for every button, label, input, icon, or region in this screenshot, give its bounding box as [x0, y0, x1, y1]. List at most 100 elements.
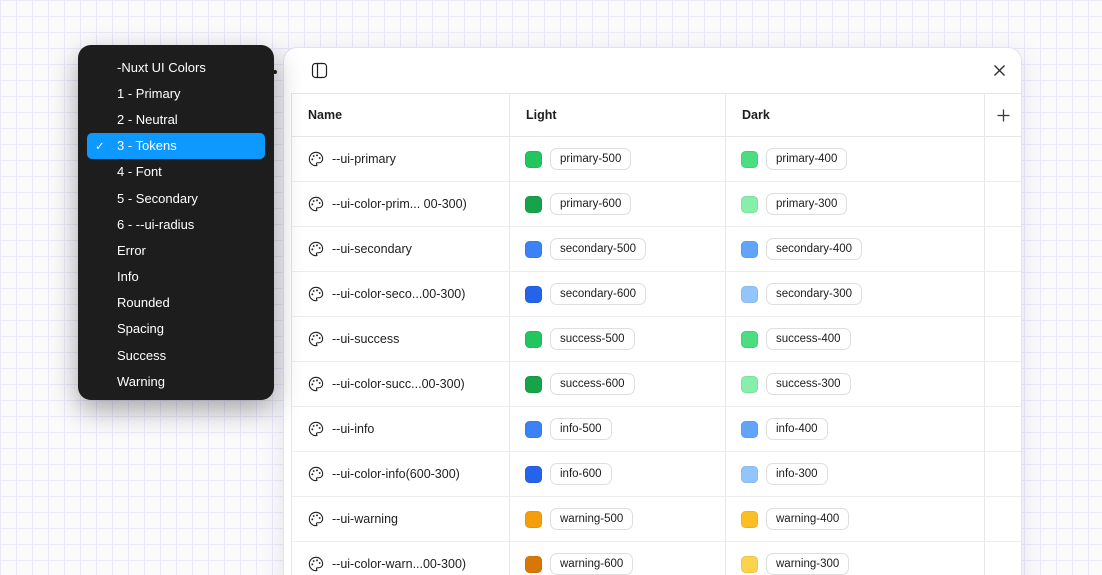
dark-value-cell[interactable]: warning-400: [725, 497, 984, 542]
variable-name-cell[interactable]: --ui-primary: [291, 137, 509, 182]
palette-icon: [308, 331, 324, 347]
variable-name-cell[interactable]: --ui-color-prim... 00-300): [291, 182, 509, 227]
variable-name-cell[interactable]: --ui-color-seco...00-300): [291, 272, 509, 317]
menu-item[interactable]: Info: [87, 264, 265, 290]
menu-item-label: 1 - Primary: [117, 86, 181, 101]
color-swatch: [525, 376, 542, 393]
menu-item-label: Error: [117, 243, 146, 258]
menu-item[interactable]: Warning: [87, 368, 265, 394]
menu-item-label: 2 - Neutral: [117, 112, 178, 127]
empty-cell: [984, 227, 1021, 272]
menu-item[interactable]: 2 - Neutral: [87, 106, 265, 132]
light-value-cell[interactable]: success-600: [509, 362, 725, 407]
menu-item-label: Spacing: [117, 321, 164, 336]
dark-value-cell[interactable]: warning-300: [725, 542, 984, 575]
variables-table: Name Light Dark --ui-primaryprimary-500p…: [284, 93, 1021, 575]
dark-value-cell[interactable]: secondary-400: [725, 227, 984, 272]
color-swatch: [525, 466, 542, 483]
menu-item-label: -Nuxt UI Colors: [117, 60, 206, 75]
menu-item[interactable]: Rounded: [87, 290, 265, 316]
variable-name-cell[interactable]: --ui-secondary: [291, 227, 509, 272]
light-value-cell[interactable]: warning-500: [509, 497, 725, 542]
dark-value-cell[interactable]: info-400: [725, 407, 984, 452]
menu-item[interactable]: ✓3 - Tokens: [87, 133, 265, 159]
color-swatch: [525, 286, 542, 303]
dark-value-cell[interactable]: primary-400: [725, 137, 984, 182]
table-gutter: [284, 137, 291, 182]
empty-cell: [984, 407, 1021, 452]
variable-name: --ui-color-seco...00-300): [332, 287, 465, 301]
table-gutter: [284, 272, 291, 317]
variable-name-cell[interactable]: --ui-warning: [291, 497, 509, 542]
color-swatch: [741, 286, 758, 303]
empty-cell: [984, 452, 1021, 497]
variable-name-cell[interactable]: --ui-color-info(600-300): [291, 452, 509, 497]
token-alias-badge: success-300: [766, 373, 851, 395]
palette-icon: [308, 421, 324, 437]
token-alias-badge: primary-500: [550, 148, 631, 170]
menu-item[interactable]: Spacing: [87, 316, 265, 342]
menu-item[interactable]: Error: [87, 237, 265, 263]
light-value-cell[interactable]: secondary-600: [509, 272, 725, 317]
menu-item[interactable]: 4 - Font: [87, 159, 265, 185]
dark-value-cell[interactable]: primary-300: [725, 182, 984, 227]
token-alias-badge: info-500: [550, 418, 612, 440]
table-row: --ui-color-info(600-300)info-600info-300: [284, 452, 1021, 497]
light-value-cell[interactable]: success-500: [509, 317, 725, 362]
token-alias-badge: secondary-500: [550, 238, 646, 260]
table-row: --ui-info info-500 info-400: [284, 407, 1021, 452]
menu-item[interactable]: 5 - Secondary: [87, 185, 265, 211]
close-button[interactable]: [983, 55, 1015, 87]
light-value-cell[interactable]: warning-600: [509, 542, 725, 575]
menu-item[interactable]: Success: [87, 342, 265, 368]
variable-name-cell[interactable]: --ui-success: [291, 317, 509, 362]
palette-icon: [308, 151, 324, 167]
table-gutter: [284, 93, 291, 137]
add-mode-button[interactable]: [984, 93, 1021, 137]
plus-icon: [997, 109, 1010, 122]
table-row: --ui-color-succ...00-300)success-600 succ…: [284, 362, 1021, 407]
dark-value-cell[interactable]: success-300: [725, 362, 984, 407]
color-swatch: [525, 556, 542, 573]
menu-item[interactable]: -Nuxt UI Colors: [87, 54, 265, 80]
column-header-light: Light: [509, 93, 725, 137]
table-row: --ui-color-prim... 00-300)primary-600 pri…: [284, 182, 1021, 227]
close-icon: [993, 64, 1006, 77]
variable-name-cell[interactable]: --ui-info: [291, 407, 509, 452]
variable-name: --ui-success: [332, 332, 399, 346]
menu-item-label: Info: [117, 269, 139, 284]
token-alias-badge: warning-500: [550, 508, 633, 530]
light-value-cell[interactable]: secondary-500: [509, 227, 725, 272]
column-header-dark: Dark: [725, 93, 984, 137]
light-value-cell[interactable]: info-600: [509, 452, 725, 497]
color-swatch: [525, 241, 542, 258]
token-alias-badge: secondary-600: [550, 283, 646, 305]
dark-value-cell[interactable]: success-400: [725, 317, 984, 362]
token-alias-badge: secondary-400: [766, 238, 862, 260]
palette-icon: [308, 466, 324, 482]
variable-name-cell[interactable]: --ui-color-succ...00-300): [291, 362, 509, 407]
light-value-cell[interactable]: primary-600: [509, 182, 725, 227]
panel-toolbar: [284, 48, 1021, 93]
collections-menu: -Nuxt UI Colors 1 - Primary 2 - Neutral ✓3 …: [78, 45, 274, 400]
token-alias-badge: primary-300: [766, 193, 847, 215]
table-gutter: [284, 227, 291, 272]
sidebar-toggle-button[interactable]: [303, 55, 335, 87]
menu-item[interactable]: 1 - Primary: [87, 80, 265, 106]
empty-cell: [984, 317, 1021, 362]
color-swatch: [741, 556, 758, 573]
table-row: --ui-success success-500success-400: [284, 317, 1021, 362]
menu-item-label: Success: [117, 348, 166, 363]
table-gutter: [284, 497, 291, 542]
variable-name-cell[interactable]: --ui-color-warn...00-300): [291, 542, 509, 575]
color-swatch: [741, 511, 758, 528]
menu-item-label: 6 - --ui-radius: [117, 217, 194, 232]
color-swatch: [525, 151, 542, 168]
menu-item[interactable]: 6 - --ui-radius: [87, 211, 265, 237]
palette-icon: [308, 511, 324, 527]
dark-value-cell[interactable]: info-300: [725, 452, 984, 497]
token-alias-badge: primary-400: [766, 148, 847, 170]
dark-value-cell[interactable]: secondary-300: [725, 272, 984, 317]
light-value-cell[interactable]: primary-500: [509, 137, 725, 182]
light-value-cell[interactable]: info-500: [509, 407, 725, 452]
